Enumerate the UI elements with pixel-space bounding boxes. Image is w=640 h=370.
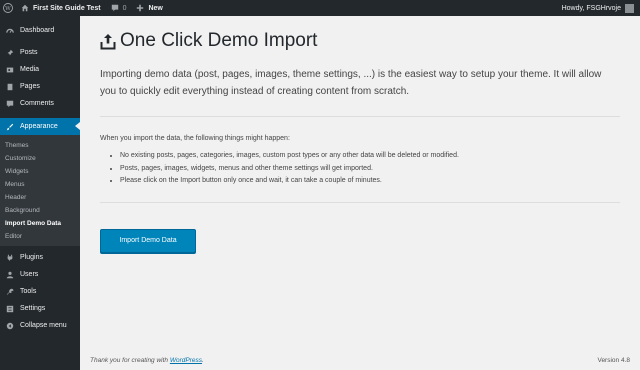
home-icon (21, 4, 29, 12)
settings-icon (5, 305, 15, 313)
wordpress-link[interactable]: WordPress (170, 357, 202, 364)
main-content: One Click Demo Import Importing demo dat… (80, 16, 640, 370)
sidebar-item-comments[interactable]: Comments (0, 95, 80, 112)
sidebar-item-label: Users (20, 271, 39, 278)
submenu-menus[interactable]: Menus (0, 178, 80, 191)
page-title-text: One Click Demo Import (120, 30, 318, 51)
comment-bubble-icon (111, 4, 119, 12)
sidebar-item-label: Pages (20, 83, 40, 90)
submenu-widgets[interactable]: Widgets (0, 165, 80, 178)
brush-icon (5, 123, 15, 131)
plug-icon (5, 254, 15, 262)
sidebar-item-label: Tools (20, 288, 37, 295)
sidebar-item-label: Comments (20, 100, 54, 107)
plus-icon (136, 4, 144, 12)
intro-text: Importing demo data (post, pages, images… (100, 69, 602, 97)
sidebar-item-label: Media (20, 66, 40, 73)
footer-thanks-suffix: . (202, 357, 204, 364)
appearance-submenu: Themes Customize Widgets Menus Header Ba… (0, 135, 80, 246)
site-name: First Site Guide Test (33, 4, 101, 12)
notice-list: No existing posts, pages, categories, im… (120, 150, 620, 188)
sidebar-item-label: Dashboard (20, 27, 55, 34)
new-content-link[interactable]: New (131, 0, 167, 16)
sidebar-item-label: Posts (20, 49, 38, 56)
admin-sidebar: Dashboard Posts Media Pages Comments App… (0, 16, 80, 370)
comments-link[interactable]: 0 (106, 0, 132, 16)
comments-count: 0 (122, 4, 127, 12)
upload-icon (100, 33, 116, 50)
list-item: Please click on the Import button only o… (120, 175, 620, 188)
sidebar-item-users[interactable]: Users (0, 266, 80, 283)
version-text: Version 4.8 (597, 357, 630, 364)
sidebar-item-plugins[interactable]: Plugins (0, 249, 80, 266)
notice-heading: When you import the data, the following … (100, 135, 290, 142)
sidebar-item-pages[interactable]: Pages (0, 78, 80, 95)
site-name-link[interactable]: First Site Guide Test (16, 0, 106, 16)
submenu-header[interactable]: Header (0, 191, 80, 204)
sidebar-item-collapse-menu[interactable]: Collapse menu (0, 317, 80, 334)
list-item: No existing posts, pages, categories, im… (120, 150, 620, 163)
avatar (625, 3, 634, 13)
account-menu[interactable]: Howdy, FSGHrvoje (557, 0, 640, 16)
admin-bar: W First Site Guide Test 0 New Howdy, FSG… (0, 0, 640, 16)
divider (100, 201, 620, 203)
list-item: Posts, pages, images, widgets, menus and… (120, 163, 620, 176)
import-demo-data-button[interactable]: Import Demo Data (100, 228, 196, 253)
collapse-icon (5, 322, 15, 330)
sidebar-item-posts[interactable]: Posts (0, 44, 80, 61)
footer: Thank you for creating with WordPress. V… (90, 357, 630, 364)
sidebar-item-dashboard[interactable]: Dashboard (0, 22, 80, 39)
sidebar-item-appearance[interactable]: Appearance (0, 118, 80, 135)
submenu-customize[interactable]: Customize (0, 152, 80, 165)
new-label: New (148, 4, 163, 12)
wrench-icon (5, 288, 15, 296)
sidebar-item-label: Appearance (20, 123, 58, 130)
wordpress-logo-icon[interactable]: W (0, 0, 16, 16)
svg-text:W: W (5, 6, 11, 12)
comment-icon (5, 100, 15, 108)
page-icon (5, 83, 15, 91)
sidebar-item-label: Settings (20, 305, 46, 312)
submenu-editor[interactable]: Editor (0, 230, 80, 243)
sidebar-item-media[interactable]: Media (0, 61, 80, 78)
dashboard-icon (5, 27, 15, 35)
footer-thanks: Thank you for creating with WordPress. (90, 357, 204, 364)
sidebar-item-label: Collapse menu (20, 322, 67, 329)
page-title: One Click Demo Import (100, 30, 620, 52)
footer-thanks-prefix: Thank you for creating with (90, 357, 170, 364)
submenu-import-demo-data[interactable]: Import Demo Data (0, 217, 80, 230)
media-icon (5, 66, 15, 74)
howdy-text: Howdy, FSGHrvoje (561, 4, 621, 12)
sidebar-item-label: Plugins (20, 254, 43, 261)
submenu-themes[interactable]: Themes (0, 139, 80, 152)
submenu-background[interactable]: Background (0, 204, 80, 217)
sidebar-item-settings[interactable]: Settings (0, 300, 80, 317)
sidebar-item-tools[interactable]: Tools (0, 283, 80, 300)
users-icon (5, 271, 15, 279)
divider (100, 116, 620, 117)
pin-icon (5, 49, 15, 57)
